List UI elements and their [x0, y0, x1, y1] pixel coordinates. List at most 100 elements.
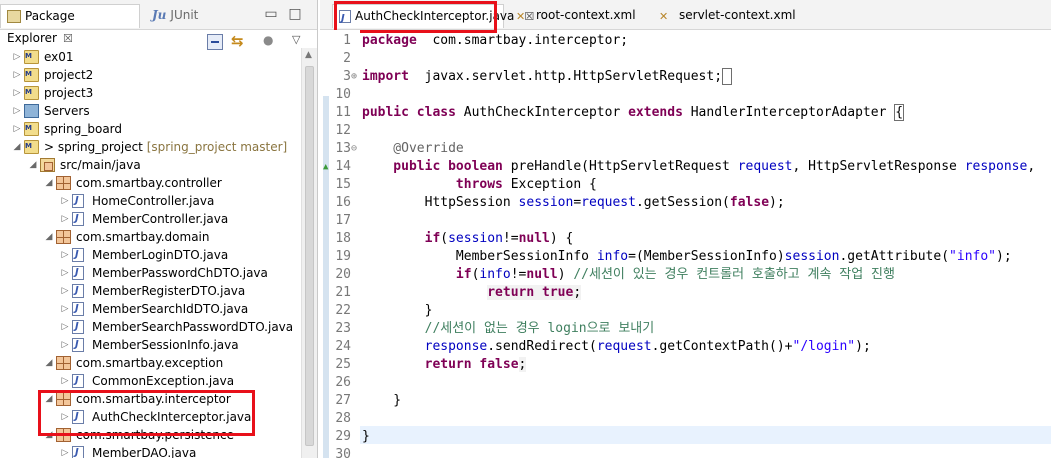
tree-item[interactable]: ▷ MemberPasswordChDTO.java — [0, 264, 298, 282]
code-token: } — [362, 393, 402, 408]
tree-item-label: MemberLoginDTO.java — [92, 248, 229, 262]
code-token: request — [596, 339, 652, 354]
line-number: 29 — [335, 429, 351, 444]
tab-package-explorer[interactable]: Package Explorer ☒ — [0, 4, 140, 45]
collapsed-arrow-icon[interactable]: ▷ — [60, 264, 70, 282]
collapsed-arrow-icon[interactable]: ▷ — [60, 282, 70, 300]
code-token: return true — [487, 285, 574, 300]
java-file-icon — [72, 300, 84, 318]
tree-item-label: MemberSearchPasswordDTO.java — [92, 320, 294, 334]
tree-item[interactable]: ◢ com.smartbay.controller — [0, 174, 298, 192]
code-line: MemberSessionInfo info=(MemberSessionInf… — [362, 248, 1012, 266]
code-token: .getContextPath()+ — [651, 339, 793, 354]
line-number: 24 — [335, 339, 351, 354]
collapsed-arrow-icon[interactable]: ▷ — [60, 300, 70, 318]
expanded-arrow-icon[interactable]: ◢ — [44, 174, 54, 192]
collapsed-arrow-icon[interactable]: ▷ — [12, 48, 22, 66]
tree-item[interactable]: ◢ com.smartbay.domain — [0, 228, 298, 246]
code-token: .getSession( — [635, 195, 730, 210]
collapsed-arrow-icon[interactable]: ▷ — [60, 210, 70, 228]
code-token: , HttpServletResponse — [792, 159, 965, 174]
expanded-arrow-icon[interactable]: ◢ — [44, 354, 54, 372]
tree-item[interactable]: ▷ project2 — [0, 65, 298, 84]
code-token: .sendRedirect( — [487, 339, 597, 354]
scroll-up-icon[interactable]: ▲ — [305, 50, 312, 60]
vertical-scrollbar[interactable]: ▲ — [301, 48, 317, 458]
collapsed-arrow-icon[interactable]: ▷ — [60, 336, 70, 354]
code-token: ) { — [549, 231, 574, 246]
line-number: 21 — [335, 285, 351, 300]
tree-item[interactable]: ▷ MemberLoginDTO.java — [0, 246, 298, 264]
project-icon — [24, 65, 39, 83]
code-line: } — [362, 428, 370, 446]
tree-item[interactable]: ▷ HomeController.java — [0, 192, 298, 210]
editor-tab-root-context[interactable]: root-context.xml — [510, 4, 650, 28]
tree-item[interactable]: ◢ > spring_project [spring_project master… — [0, 137, 298, 156]
code-token: } — [362, 303, 433, 318]
tree-item[interactable]: ▷ MemberSearchPasswordDTO.java — [0, 318, 298, 336]
tree-item[interactable]: ▷ MemberRegisterDTO.java — [0, 282, 298, 300]
tree-item-label: spring_board — [44, 122, 123, 136]
tree-item[interactable]: ▷ spring_board — [0, 119, 298, 138]
code-editor[interactable]: 1 2 3 ⊕ 10 11 12 13 ⊖ 14 ▲ 15 16 17 18 19 20 21 22 23 24 25 26… — [320, 30, 1051, 458]
code-token: ; — [573, 285, 582, 300]
code-token: if — [362, 231, 441, 246]
collapsed-arrow-icon[interactable]: ▷ — [12, 102, 22, 120]
expanded-arrow-icon[interactable]: ◢ — [44, 228, 54, 246]
collapsed-arrow-icon[interactable]: ▷ — [60, 444, 70, 458]
scrollbar-thumb[interactable] — [305, 66, 314, 446]
collapsed-arrow-icon[interactable]: ▷ — [12, 66, 22, 84]
tree-item-label: MemberSearchIdDTO.java — [92, 302, 249, 316]
maximize-icon[interactable]: □ — [287, 6, 303, 22]
java-file-icon — [72, 210, 84, 228]
code-token: public boolean — [362, 159, 503, 174]
tab-junit[interactable]: Ju JUnit — [146, 4, 226, 28]
line-number: 22 — [335, 303, 351, 318]
line-number: 3 — [343, 69, 351, 84]
collapsed-arrow-icon[interactable]: ▷ — [60, 318, 70, 336]
java-file-icon — [72, 192, 84, 210]
tree-item[interactable]: ▷ ex01 — [0, 47, 298, 66]
tree-item[interactable]: ◢ src/main/java — [0, 156, 298, 174]
line-number: 23 — [335, 321, 351, 336]
editor-tab-servlet-context[interactable]: servlet-context.xml — [653, 4, 803, 28]
server-folder-icon — [24, 104, 39, 118]
code-token: //세션이 있는 경우 컨트롤러 호출하고 계속 작업 진행 — [573, 267, 895, 282]
code-token: ( — [440, 231, 449, 246]
tree-item[interactable]: ▷ project3 — [0, 83, 298, 102]
collapsed-arrow-icon[interactable]: ▷ — [60, 372, 70, 390]
expand-fold-icon[interactable]: ⊕ — [351, 68, 359, 86]
highlight-box-interceptor-package — [38, 390, 255, 436]
tree-item[interactable]: ▷ CommonException.java — [0, 372, 298, 390]
line-number: 12 — [335, 123, 351, 138]
collapsed-arrow-icon[interactable]: ▷ — [60, 192, 70, 210]
collapsed-arrow-icon[interactable]: ▷ — [12, 120, 22, 138]
tree-item-label: > spring_project [spring_project master] — [44, 140, 288, 154]
tree-item[interactable]: ▷ Servers — [0, 102, 298, 120]
code-line: public boolean preHandle(HttpServletRequ… — [362, 158, 1035, 176]
collapsed-arrow-icon[interactable]: ▷ — [60, 246, 70, 264]
java-file-icon — [72, 372, 84, 390]
code-line: response.sendRedirect(request.getContext… — [362, 338, 871, 356]
editor-tab-label: servlet-context.xml — [679, 8, 796, 22]
tree-item[interactable]: ▷ MemberSearchIdDTO.java — [0, 300, 298, 318]
code-token: response — [362, 339, 488, 354]
minimize-icon[interactable]: ▭ — [263, 6, 279, 22]
collapse-fold-icon[interactable]: ⊖ — [351, 140, 359, 158]
tree-item[interactable]: ◢ com.smartbay.exception — [0, 354, 298, 372]
expanded-arrow-icon[interactable]: ◢ — [28, 156, 38, 174]
project-icon — [24, 137, 39, 155]
tree-item[interactable]: ▷ MemberController.java — [0, 210, 298, 228]
code-token: javax.servlet.http.HttpServletRequest; — [408, 69, 723, 84]
code-token: throws — [455, 177, 503, 192]
tree-item[interactable]: ▷ MemberSessionInfo.java — [0, 336, 298, 354]
tree-item[interactable]: ▷ MemberDAO.java — [0, 444, 298, 458]
java-file-icon — [72, 246, 84, 264]
overview-ruler — [323, 96, 329, 458]
code-line: import javax.servlet.http.HttpServletReq… — [362, 68, 732, 86]
code-line: } — [362, 302, 433, 320]
collapsed-arrow-icon[interactable]: ▷ — [12, 84, 22, 102]
override-marker-icon[interactable]: ▲ — [323, 158, 331, 176]
java-file-icon — [72, 444, 84, 458]
expanded-arrow-icon[interactable]: ◢ — [12, 138, 22, 156]
